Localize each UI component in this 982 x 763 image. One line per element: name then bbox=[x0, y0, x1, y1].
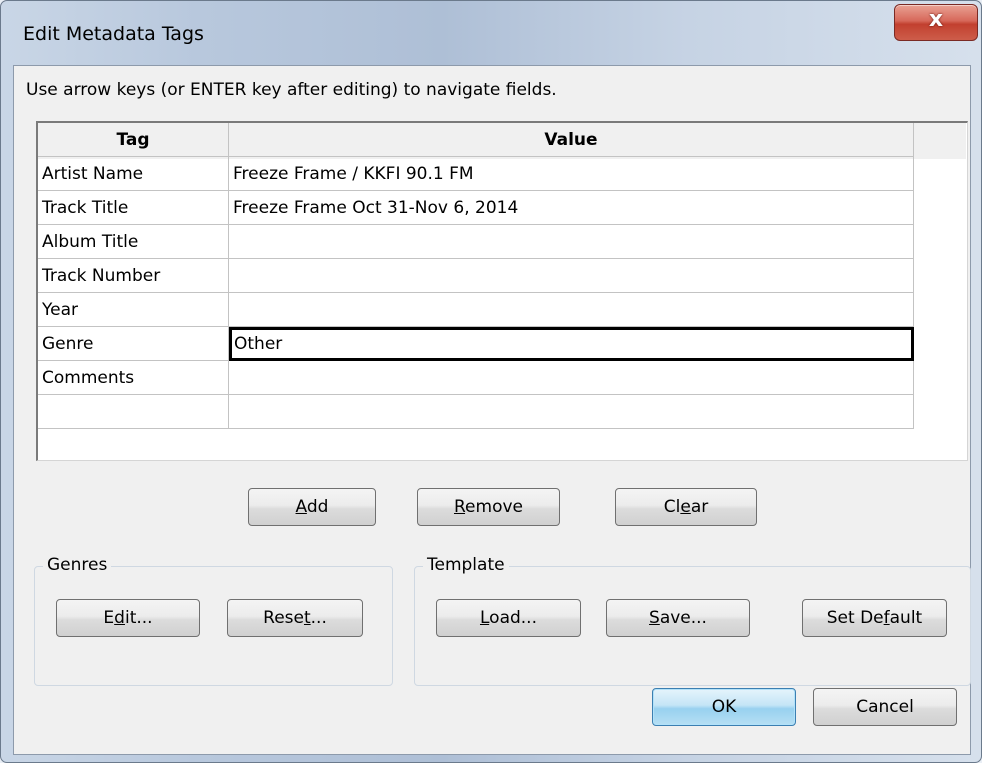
table-row[interactable]: Artist Name Freeze Frame / KKFI 90.1 FM bbox=[38, 157, 914, 191]
template-group: Template Load... Save... Set Default bbox=[414, 555, 971, 686]
template-load-button[interactable]: Load... bbox=[436, 599, 581, 637]
clear-button[interactable]: Clear bbox=[615, 488, 757, 526]
template-group-label: Template bbox=[423, 555, 509, 575]
close-icon: x bbox=[928, 7, 944, 32]
navigation-hint: Use arrow keys (or ENTER key after editi… bbox=[26, 80, 557, 100]
column-header-value[interactable]: Value bbox=[229, 123, 914, 157]
value-cell[interactable] bbox=[229, 293, 914, 327]
table-row[interactable]: Genre Other bbox=[38, 327, 914, 361]
value-cell[interactable] bbox=[229, 395, 914, 429]
table-row[interactable]: Track Number bbox=[38, 259, 914, 293]
window-title: Edit Metadata Tags bbox=[23, 23, 204, 45]
column-header-tag[interactable]: Tag bbox=[38, 123, 229, 157]
metadata-table[interactable]: Tag Value Artist Name Freeze Frame / KKF… bbox=[36, 121, 968, 461]
genres-group-label: Genres bbox=[43, 555, 112, 575]
value-cell[interactable] bbox=[229, 225, 914, 259]
tag-cell[interactable]: Track Title bbox=[38, 191, 229, 225]
value-cell[interactable]: Freeze Frame Oct 31-Nov 6, 2014 bbox=[229, 191, 914, 225]
ok-button[interactable]: OK bbox=[652, 688, 796, 726]
table-row[interactable]: Comments bbox=[38, 361, 914, 395]
genres-edit-button[interactable]: Edit... bbox=[56, 599, 200, 637]
table-row[interactable] bbox=[38, 395, 914, 429]
cancel-button[interactable]: Cancel bbox=[813, 688, 957, 726]
tag-cell[interactable]: Track Number bbox=[38, 259, 229, 293]
value-cell[interactable] bbox=[229, 259, 914, 293]
template-save-button[interactable]: Save... bbox=[606, 599, 750, 637]
tag-cell[interactable]: Artist Name bbox=[38, 157, 229, 191]
tag-cell[interactable]: Genre bbox=[38, 327, 229, 361]
dialog-window: Edit Metadata Tags x Use arrow keys (or … bbox=[0, 0, 982, 763]
dialog-client-area: Use arrow keys (or ENTER key after editi… bbox=[13, 65, 971, 755]
value-cell[interactable]: Freeze Frame / KKFI 90.1 FM bbox=[229, 157, 914, 191]
value-cell[interactable] bbox=[229, 361, 914, 395]
table-row[interactable]: Album Title bbox=[38, 225, 914, 259]
tag-cell[interactable]: Year bbox=[38, 293, 229, 327]
template-set-default-button[interactable]: Set Default bbox=[802, 599, 947, 637]
table-row[interactable]: Year bbox=[38, 293, 914, 327]
tag-cell[interactable] bbox=[38, 395, 229, 429]
close-button[interactable]: x bbox=[894, 4, 978, 41]
table-row[interactable]: Track Title Freeze Frame Oct 31-Nov 6, 2… bbox=[38, 191, 914, 225]
add-button[interactable]: Add bbox=[248, 488, 376, 526]
tag-cell[interactable]: Comments bbox=[38, 361, 229, 395]
table-header: Tag Value bbox=[38, 123, 966, 159]
genres-group: Genres Edit... Reset... bbox=[34, 555, 393, 686]
value-cell-editing[interactable]: Other bbox=[229, 327, 914, 361]
remove-button[interactable]: Remove bbox=[417, 488, 560, 526]
title-bar[interactable]: Edit Metadata Tags x bbox=[1, 1, 981, 63]
tag-cell[interactable]: Album Title bbox=[38, 225, 229, 259]
genres-reset-button[interactable]: Reset... bbox=[227, 599, 363, 637]
